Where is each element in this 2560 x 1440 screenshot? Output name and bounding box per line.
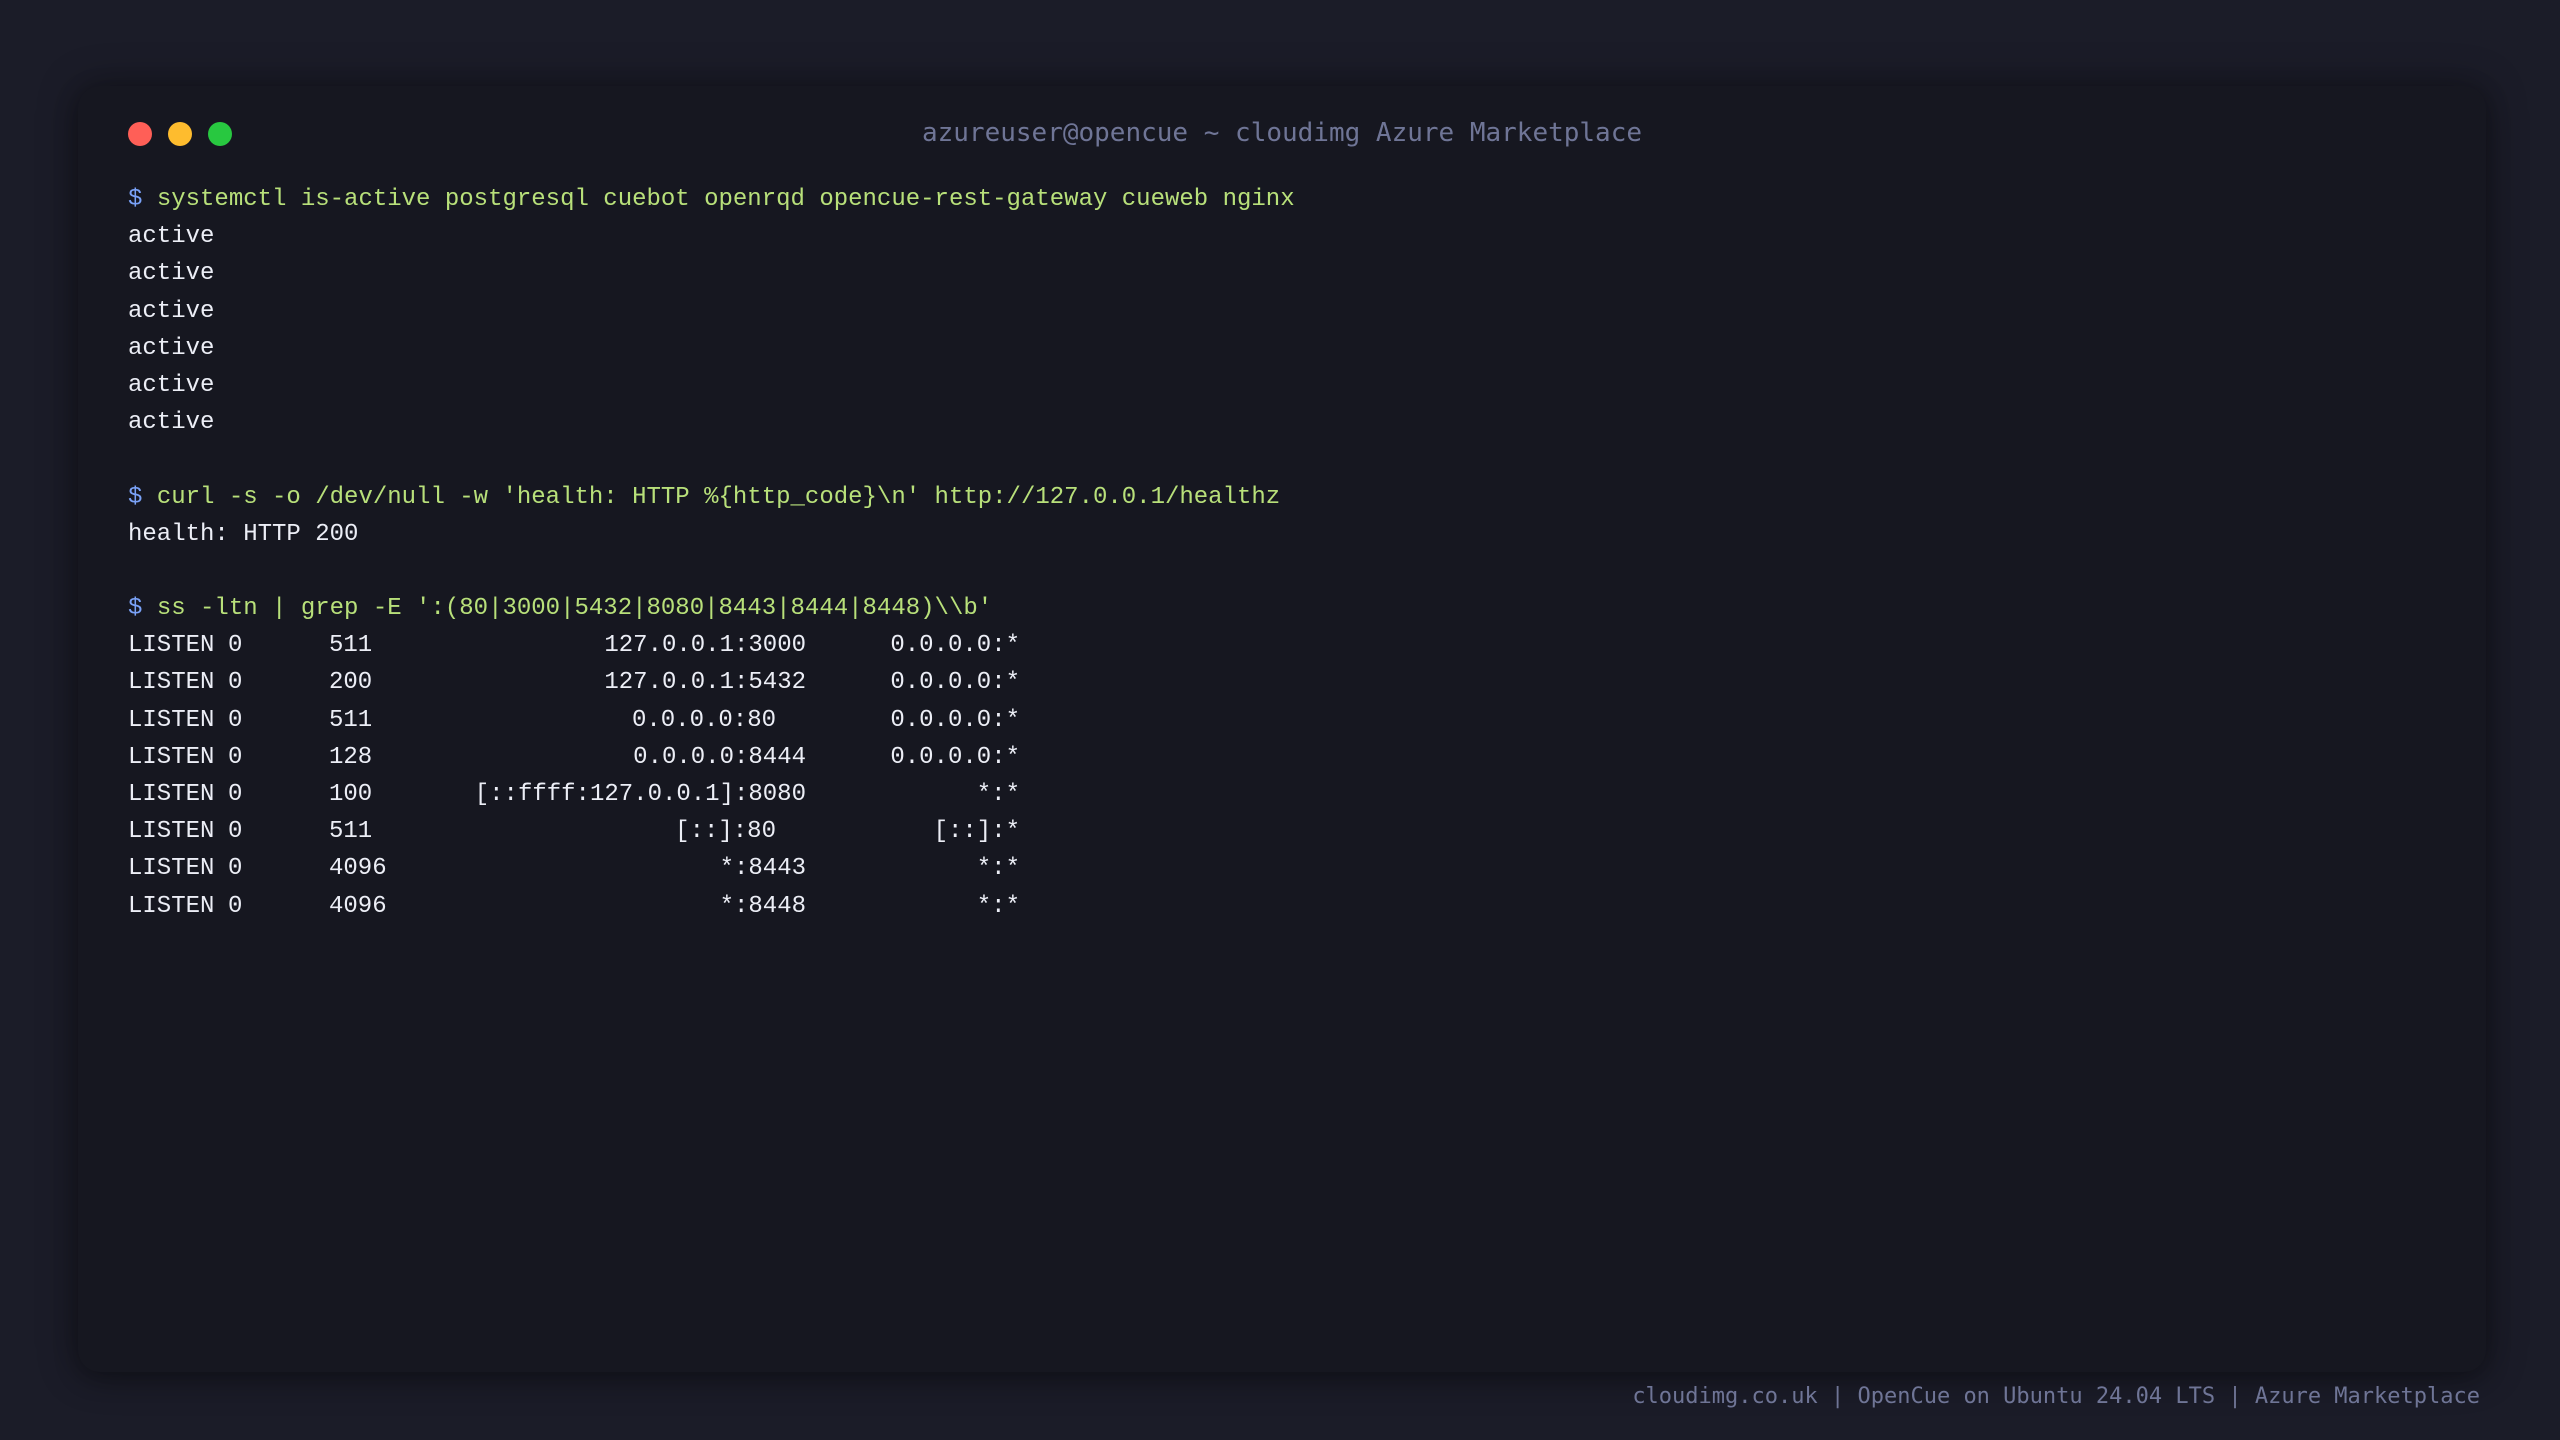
window-title: azureuser@opencue ~ cloudimg Azure Marke… [921, 118, 1643, 148]
title-bar: azureuser@opencue ~ cloudimg Azure Marke… [78, 86, 2486, 186]
output-line: active [128, 371, 215, 399]
socket-row: LISTEN 0 511 127.0.0.1:3000 0.0.0.0:* [128, 627, 2436, 664]
output-line: active [128, 223, 215, 251]
socket-row: LISTEN 0 200 127.0.0.1:5432 0.0.0.0:* [128, 664, 2436, 701]
socket-row: LISTEN 0 511 [::]:80 [::]:* [128, 813, 2436, 850]
command-line: $ ss -ltn | grep -E ':(80|3000|5432|8080… [128, 590, 2436, 627]
command-text: systemctl is-active postgresql cuebot op… [156, 186, 1295, 213]
socket-send-q: 128 [329, 743, 373, 771]
command-line: $ systemctl is-active postgresql cuebot … [128, 181, 2436, 218]
socket-send-q: 511 [329, 706, 373, 734]
socket-local-address: 0.0.0.0:80 [631, 706, 776, 734]
socket-state: LISTEN [128, 781, 215, 808]
socket-state: LISTEN [128, 669, 215, 697]
output-line: active [128, 297, 215, 325]
socket-send-q: 511 [329, 632, 373, 660]
command-text: curl -s -o /dev/null -w 'health: HTTP %{… [156, 483, 1281, 511]
socket-recv-q: 0 [228, 818, 243, 846]
socket-state: LISTEN [128, 892, 215, 920]
socket-recv-q: 0 [228, 781, 243, 808]
socket-local-address: [::]:80 [675, 818, 776, 846]
socket-send-q: 4096 [329, 892, 387, 920]
socket-peer-address: *:* [976, 855, 1020, 883]
socket-local-address: 0.0.0.0:8444 [633, 743, 806, 771]
socket-recv-q: 0 [228, 855, 243, 883]
socket-recv-q: 0 [228, 743, 243, 771]
output-line: active [128, 334, 215, 362]
socket-send-q: 4096 [329, 855, 387, 883]
socket-row: LISTEN 0 4096 *:8448 *:* [128, 888, 2436, 925]
output-line: health: HTTP 200 [128, 520, 359, 548]
socket-local-address: 127.0.0.1:3000 [604, 632, 806, 660]
socket-recv-q: 0 [228, 669, 243, 697]
socket-local-address: *:8448 [719, 892, 806, 920]
socket-recv-q: 0 [228, 632, 243, 660]
terminal-window: azureuser@opencue ~ cloudimg Azure Marke… [78, 86, 2486, 1372]
prompt-symbol: $ [128, 595, 143, 623]
footer-caption: cloudimg.co.uk | OpenCue on Ubuntu 24.04… [1632, 1384, 2480, 1409]
socket-local-address: *:8443 [719, 855, 806, 883]
socket-send-q: 200 [329, 669, 373, 697]
socket-local-address: 127.0.0.1:5432 [604, 669, 806, 697]
socket-send-q: 100 [329, 781, 373, 808]
socket-peer-address: 0.0.0.0:* [890, 669, 1020, 697]
socket-local-address: [::ffff:127.0.0.1]:8080 [474, 781, 806, 808]
socket-state: LISTEN [128, 743, 215, 771]
socket-state: LISTEN [128, 855, 215, 883]
socket-row: LISTEN 0 128 0.0.0.0:8444 0.0.0.0:* [128, 739, 2436, 776]
socket-state: LISTEN [128, 818, 215, 846]
socket-row: LISTEN 0 511 0.0.0.0:80 0.0.0.0:* [128, 702, 2436, 739]
socket-peer-address: [::]:* [933, 818, 1020, 846]
socket-peer-address: 0.0.0.0:* [890, 632, 1020, 660]
output-line: active [128, 260, 215, 288]
socket-peer-address: 0.0.0.0:* [890, 743, 1020, 771]
socket-state: LISTEN [128, 706, 215, 734]
socket-peer-address: *:* [976, 781, 1020, 808]
prompt-symbol: $ [128, 483, 143, 511]
socket-peer-address: *:* [976, 892, 1020, 920]
socket-row: LISTEN 0 100 [::ffff:127.0.0.1]:8080 *:* [128, 776, 2436, 813]
socket-recv-q: 0 [228, 706, 243, 734]
output-line: active [128, 409, 215, 437]
socket-recv-q: 0 [228, 892, 243, 920]
socket-peer-address: 0.0.0.0:* [890, 706, 1020, 734]
socket-state: LISTEN [128, 632, 215, 660]
socket-row: LISTEN 0 4096 *:8443 *:* [128, 850, 2436, 887]
command-line: $ curl -s -o /dev/null -w 'health: HTTP … [128, 479, 2436, 516]
socket-send-q: 511 [329, 818, 373, 846]
command-text: ss -ltn | grep -E ':(80|3000|5432|8080|8… [156, 595, 993, 623]
prompt-symbol: $ [128, 186, 143, 213]
terminal-output[interactable]: $ systemctl is-active postgresql cuebot … [128, 181, 2436, 925]
